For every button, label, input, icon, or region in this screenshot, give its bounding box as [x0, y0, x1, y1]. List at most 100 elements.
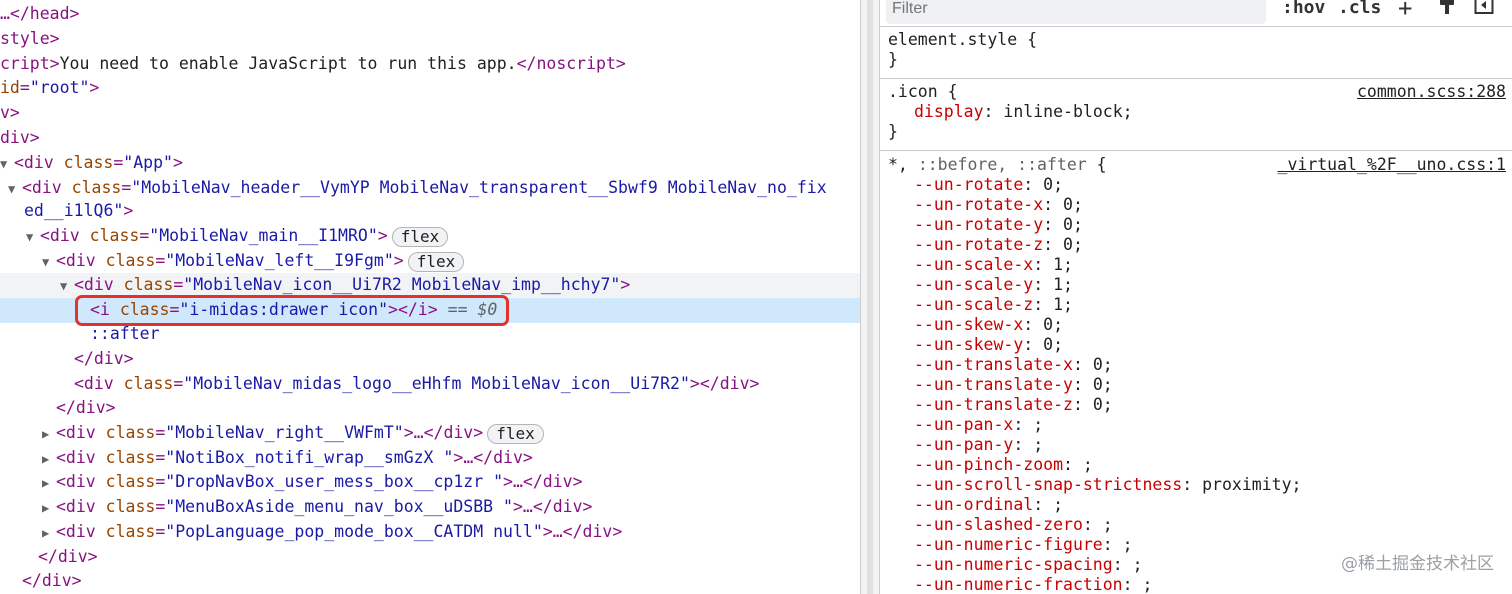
css-declaration[interactable]: --un-rotate: 0; [880, 175, 1512, 195]
element-style-selector[interactable]: element.style { [880, 30, 1512, 50]
css-property-name: --un-rotate-x [914, 195, 1044, 214]
css-property-value: 0; [1092, 395, 1113, 414]
css-declaration[interactable]: --un-scale-z: 1; [880, 295, 1512, 315]
css-property-name: --un-translate-y [914, 375, 1073, 394]
styles-filter-input[interactable] [886, 0, 1266, 24]
css-declaration[interactable]: --un-skew-x: 0; [880, 315, 1512, 335]
dom-node-mobilenav-left[interactable]: ▼ <div class="MobileNav_left__I9Fgm"> flex [0, 249, 860, 274]
toggle-sidebar-icon[interactable] [1474, 0, 1494, 22]
css-declaration[interactable]: --un-skew-y: 0; [880, 335, 1512, 355]
css-declaration[interactable]: --un-numeric-fraction: ; [880, 575, 1512, 594]
css-declaration[interactable]: --un-pan-x: ; [880, 415, 1512, 435]
css-declaration[interactable]: --un-pinch-zoom: ; [880, 455, 1512, 475]
dom-node-noscript[interactable]: cript>You need to enable JavaScript to r… [0, 52, 860, 77]
icon-rule-source-link[interactable]: common.scss:288 [1357, 82, 1506, 102]
dom-node-style[interactable]: style> [0, 27, 860, 52]
hover-state-toggle[interactable]: :hov [1282, 0, 1325, 22]
icon-rule[interactable]: .icon { common.scss:288 display: inline-… [880, 82, 1512, 151]
elements-tree[interactable]: …</head> style> cript>You need to enable… [0, 0, 860, 594]
css-declaration[interactable]: --un-scale-x: 1; [880, 255, 1512, 275]
uno-declarations: --un-rotate: 0; --un-rotate-x: 0; --un-rot… [880, 175, 1512, 594]
styles-toolbar: :hov .cls + [880, 0, 1512, 27]
dom-node-i-drawer-selected[interactable]: <i class="i-midas:drawer icon"></i> == $… [0, 298, 860, 323]
dom-node-root[interactable]: id="root"> [0, 76, 860, 101]
root-attr-value: "root" [29, 78, 90, 97]
expand-triangle-icon[interactable]: ▼ [8, 177, 22, 202]
paint-icon[interactable] [1438, 0, 1456, 22]
expand-triangle-icon[interactable]: ▼ [0, 152, 14, 177]
collapse-triangle-icon[interactable]: ▶ [42, 422, 56, 447]
css-declaration[interactable]: --un-scroll-snap-strictness: proximity; [880, 475, 1512, 495]
dom-node-app[interactable]: ▼ <div class="App"> [0, 151, 860, 176]
dom-node-main-close[interactable]: </div> [0, 545, 860, 570]
expand-triangle-icon[interactable]: ▼ [60, 274, 74, 299]
class-toggle[interactable]: .cls [1338, 0, 1381, 22]
devtools-window: …</head> style> cript>You need to enable… [0, 0, 1512, 594]
flex-badge[interactable]: flex [407, 251, 465, 272]
dom-node-poplanguage[interactable]: ▶ <div class="PopLanguage_pop_mode_box__C… [0, 520, 860, 545]
element-style-rule[interactable]: element.style { } [880, 30, 1512, 79]
css-declaration[interactable]: display: inline-block; [880, 102, 1512, 122]
dom-node-mobilenav-main[interactable]: ▼ <div class="MobileNav_main__I1MRO"> flex [0, 224, 860, 249]
collapse-triangle-icon[interactable]: ▶ [42, 496, 56, 521]
css-declaration[interactable]: --un-ordinal: ; [880, 495, 1512, 515]
dom-node-mobilenav-header[interactable]: ▼ <div class="MobileNav_header__VymYP Mob… [0, 176, 860, 201]
dom-node-header-close[interactable]: </div> [0, 569, 860, 594]
css-declaration[interactable]: --un-rotate-z: 0; [880, 235, 1512, 255]
rule-close-brace: } [888, 50, 898, 69]
css-property-name: --un-numeric-fraction [914, 575, 1123, 594]
dom-node-after-pseudo[interactable]: ::after [0, 322, 860, 347]
css-property-value: 1; [1053, 255, 1073, 274]
dom-node-head-close[interactable]: …</head> [0, 2, 860, 27]
css-property-name: --un-translate-z [914, 395, 1073, 414]
css-declaration[interactable]: --un-scale-y: 1; [880, 275, 1512, 295]
dom-node-mobilenav-right[interactable]: ▶ <div class="MobileNav_right__VWFmT">…</… [0, 421, 860, 446]
expand-triangle-icon[interactable]: ▼ [26, 225, 40, 250]
uno-rule[interactable]: *, ::before, ::after { _virtual_%2F__uno… [880, 155, 1512, 594]
flex-badge[interactable]: flex [391, 226, 449, 247]
dom-node-left-close[interactable]: </div> [0, 396, 860, 421]
css-property-value: 1; [1053, 275, 1073, 294]
css-property-value: 0; [1043, 335, 1064, 354]
collapse-triangle-icon[interactable]: ▶ [42, 447, 56, 472]
app-open-tag: <div [14, 153, 64, 172]
css-property-name: --un-translate-x [914, 355, 1073, 374]
expand-triangle-icon[interactable]: ▼ [42, 250, 56, 275]
css-property-value: 0; [1063, 235, 1083, 254]
selected-node-ref: == $0 [447, 300, 498, 319]
css-declaration[interactable]: --un-translate-y: 0; [880, 375, 1512, 395]
uno-rule-source-link[interactable]: _virtual_%2F__uno.css:1 [1278, 155, 1506, 175]
dom-node-notibox[interactable]: ▶ <div class="NotiBox_notifi_wrap__smGzX … [0, 446, 860, 471]
css-property-name: --un-skew-y [914, 335, 1024, 354]
css-declaration[interactable]: --un-pan-y: ; [880, 435, 1512, 455]
css-declaration[interactable]: --un-rotate-y: 0; [880, 215, 1512, 235]
css-property-value: ; [1033, 415, 1044, 434]
dom-node-v-close[interactable]: v> [0, 101, 860, 126]
dom-node-midas-logo[interactable]: <div class="MobileNav_midas_logo__eHhfm … [0, 372, 860, 397]
css-declaration[interactable]: --un-slashed-zero: ; [880, 515, 1512, 535]
collapse-triangle-icon[interactable]: ▶ [42, 521, 56, 546]
css-property-value: ; [1122, 535, 1133, 554]
css-property-value: 0; [1043, 175, 1064, 194]
css-property-value: 0; [1063, 215, 1083, 234]
panel-splitter[interactable] [860, 0, 880, 594]
css-property-value: 0; [1043, 315, 1064, 334]
dom-node-menuboxaside[interactable]: ▶ <div class="MenuBoxAside_menu_nav_box__… [0, 495, 860, 520]
css-property-name: --un-ordinal [914, 495, 1034, 514]
css-property-name: --un-slashed-zero [914, 515, 1083, 534]
splitter-grip[interactable] [867, 0, 873, 594]
new-rule-button[interactable]: + [1398, 0, 1412, 22]
css-declaration[interactable]: --un-translate-x: 0; [880, 355, 1512, 375]
css-property-name: --un-scale-x [914, 255, 1034, 274]
dom-node-mobilenav-icon[interactable]: ▼ <div class="MobileNav_icon__Ui7R2 Mobil… [0, 273, 860, 298]
dom-node-icon-close[interactable]: </div> [0, 347, 860, 372]
collapse-triangle-icon[interactable]: ▶ [42, 471, 56, 496]
css-declaration[interactable]: --un-translate-z: 0; [880, 395, 1512, 415]
css-property-name: --un-pinch-zoom [914, 455, 1064, 474]
dom-node-dropnav[interactable]: ▶ <div class="DropNavBox_user_mess_box__c… [0, 470, 860, 495]
flex-badge[interactable]: flex [487, 423, 544, 444]
dom-node-div-close[interactable]: div> [0, 126, 860, 151]
css-property-value: 1; [1053, 295, 1073, 314]
css-property-value: ; [1102, 515, 1113, 534]
css-declaration[interactable]: --un-rotate-x: 0; [880, 195, 1512, 215]
